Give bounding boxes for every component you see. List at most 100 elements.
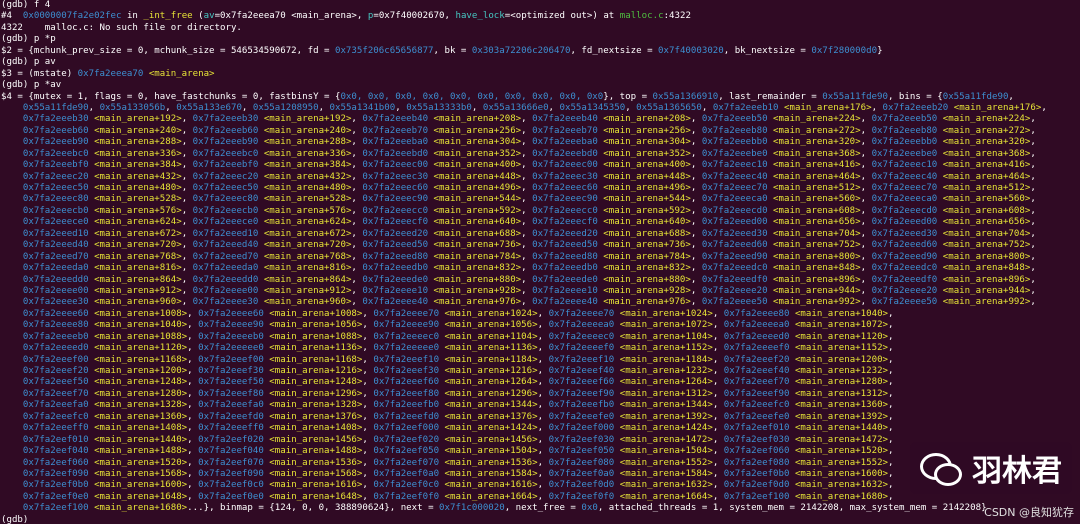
terminal-text-segment: , [690, 217, 702, 228]
terminal-text-segment: <main_arena+768> [258, 251, 352, 262]
terminal-text-segment: <main_arena+816> [88, 263, 182, 274]
terminal-text-segment: , [712, 377, 724, 388]
terminal-text-segment: , next_free = [504, 503, 582, 514]
terminal-text-segment: , [521, 148, 533, 159]
terminal-text-segment: , [187, 468, 199, 479]
terminal-text-segment: <main_arena+656> [767, 217, 861, 228]
terminal-text-segment: 0x7fa2eeee70 [373, 308, 440, 319]
csdn-watermark: CSDN @良知犹存 [984, 506, 1074, 519]
terminal-text-segment: , fd_nextsize = [570, 45, 659, 56]
terminal-text-segment: <main_arena+1312> [614, 388, 713, 399]
terminal-line: $2 = {mchunk_prev_size = 0, mchunk_size … [0, 46, 1080, 57]
terminal-text-segment: <main_arena+384> [88, 160, 182, 171]
terminal-text-segment: 0x7fa2eef060 [22, 457, 89, 468]
terminal-text-segment: <main_arena+1088> [263, 331, 363, 342]
terminal-text-segment: =<optimized out>) at [504, 11, 620, 22]
terminal-text-segment: 0x7fa2eeefe0 [548, 411, 615, 422]
terminal-text-segment: 0x7fa2eeefa0 [22, 400, 89, 411]
terminal-text-segment: , [362, 331, 374, 342]
terminal-text-segment: , [362, 388, 374, 399]
terminal-text-segment: , [351, 183, 363, 193]
terminal-text-segment: 0x7fa2eef0c0 [373, 480, 440, 491]
terminal-text-segment: <main_arena+1408> [263, 423, 363, 434]
terminal-text-segment: 0x7fa2eeeea0 [548, 320, 615, 331]
terminal-text-segment: 0x7fa2eeeb50 [701, 114, 768, 125]
terminal-text-segment: 0x7fa2eeebf0 [192, 160, 259, 171]
terminal-line: 0x7fa2eeee00 <main_arena+912>, 0x7fa2eee… [0, 286, 1080, 297]
terminal-text-segment: 0x7fa2eeefe0 [723, 411, 790, 422]
terminal-text-segment: , [362, 308, 374, 319]
terminal-text-segment: , [1030, 137, 1036, 148]
terminal-text-segment: 0x7fa2eeed20 [362, 228, 429, 239]
terminal-text-segment: <main_arena+1408> [88, 423, 188, 434]
terminal-text-segment: av [203, 11, 215, 22]
terminal-text-segment: 0x7fa2eeed40 [22, 240, 89, 251]
terminal-text-segment: 0x7fa2eeeba0 [532, 137, 598, 148]
terminal-text-segment: <main_arena+368> [937, 148, 1031, 159]
terminal-text-segment: 0x7fa2eeee20 [871, 285, 938, 296]
terminal-text-segment: 0x7fa2eeebc0 [22, 148, 89, 159]
terminal-line: 0x7fa2eeece0 <main_arena+624>, 0x7fa2eee… [0, 217, 1080, 228]
terminal-text-segment: , [1008, 91, 1014, 102]
terminal-text-segment: , [181, 114, 193, 125]
terminal-text-segment: , [521, 240, 533, 251]
terminal-text-segment: , [187, 446, 199, 457]
terminal-line: 0x7fa2eeedd0 <main_arena+864>, 0x7fa2eee… [0, 275, 1080, 286]
terminal-text-segment: 0x55a11fde90 [942, 91, 1009, 102]
terminal-text-segment: , [690, 183, 702, 193]
terminal-text-segment: , [187, 366, 199, 376]
terminal-text-segment: 0x7fa2eeeb30 [22, 114, 89, 125]
terminal-text-segment: 0x7f40003020 [658, 45, 724, 56]
terminal-text-segment: 0x7fa2eef090 [22, 468, 89, 479]
terminal-text-segment: 0x7fa2eeeb70 [362, 125, 429, 136]
terminal-text-segment: <main_arena+176> [778, 102, 872, 113]
terminal-text-segment: 0x7fa2eeebd0 [532, 148, 598, 159]
terminal-line: (gdb) p *p [0, 34, 1080, 45]
terminal-text-segment: #4 [1, 11, 23, 22]
terminal-text-segment: , [351, 274, 363, 285]
terminal-text-segment: 0x7fa2eeedc0 [871, 263, 938, 274]
terminal-text-segment: <main_arena+624> [258, 217, 352, 228]
terminal-text-segment: , [181, 194, 193, 205]
terminal-line: 0x7fa2eeeda0 <main_arena+816>, 0x7fa2eee… [0, 263, 1080, 274]
terminal-text-segment: 0x7fa2eeec00 [362, 160, 429, 171]
terminal-text-segment: 0x7fa2eeeb40 [362, 114, 429, 125]
terminal-text-segment: , [1030, 205, 1036, 216]
terminal-text-segment: , [712, 308, 724, 319]
terminal-text-segment: <main_arena+752> [937, 240, 1031, 251]
terminal-text-segment: <main_arena+1104> [614, 331, 713, 342]
terminal-text-segment: 0x55a1365650 [636, 102, 702, 113]
terminal-text-segment: , [187, 411, 199, 422]
terminal-text-segment: 0x7fa2eeedc0 [701, 263, 768, 274]
terminal-text-segment: , [537, 400, 549, 411]
terminal-text-segment: <main_arena+672> [88, 228, 182, 239]
terminal-text-segment: <main_arena+912> [88, 285, 182, 296]
terminal-text-segment: 0x7fa2eeebe0 [871, 148, 938, 159]
terminal-text-segment: , [521, 183, 533, 193]
terminal-text-segment: , [351, 285, 363, 296]
terminal-text-segment: , [712, 343, 724, 354]
terminal-text-segment: have_lock [455, 11, 505, 22]
terminal-text-segment: , [181, 251, 193, 262]
terminal-text-segment: 0x7fa2eeef30 [198, 366, 264, 376]
terminal-text-segment: 0x7fa2eeec50 [22, 183, 89, 193]
terminal-text-segment: , [537, 308, 549, 319]
terminal-text-segment: , [362, 457, 374, 468]
terminal-text-segment: 0x7fa2eeef00 [198, 354, 264, 365]
terminal-line: 0x7fa2eeeed0 <main_arena+1120>, 0x7fa2ee… [0, 343, 1080, 354]
terminal-text-segment: 0x7fa2eeebe0 [701, 148, 768, 159]
terminal-text-segment: <main_arena+800> [937, 251, 1031, 262]
wechat-watermark: 羽林君 [910, 442, 1072, 494]
terminal-text-segment: 0x7fa2eeeb60 [192, 125, 259, 136]
terminal-text-segment: <main_arena+1008> [88, 308, 188, 319]
terminal-text-segment: <main_arena+544> [597, 194, 691, 205]
terminal-text-segment: 0x7fa2eeefd0 [198, 411, 264, 422]
terminal-line: #4 0x0000007fa2e02fec in _int_free (av=0… [0, 11, 1080, 22]
terminal-text-segment: <main_arena+1184> [439, 354, 538, 365]
terminal-text-segment: <main_arena+864> [88, 274, 182, 285]
